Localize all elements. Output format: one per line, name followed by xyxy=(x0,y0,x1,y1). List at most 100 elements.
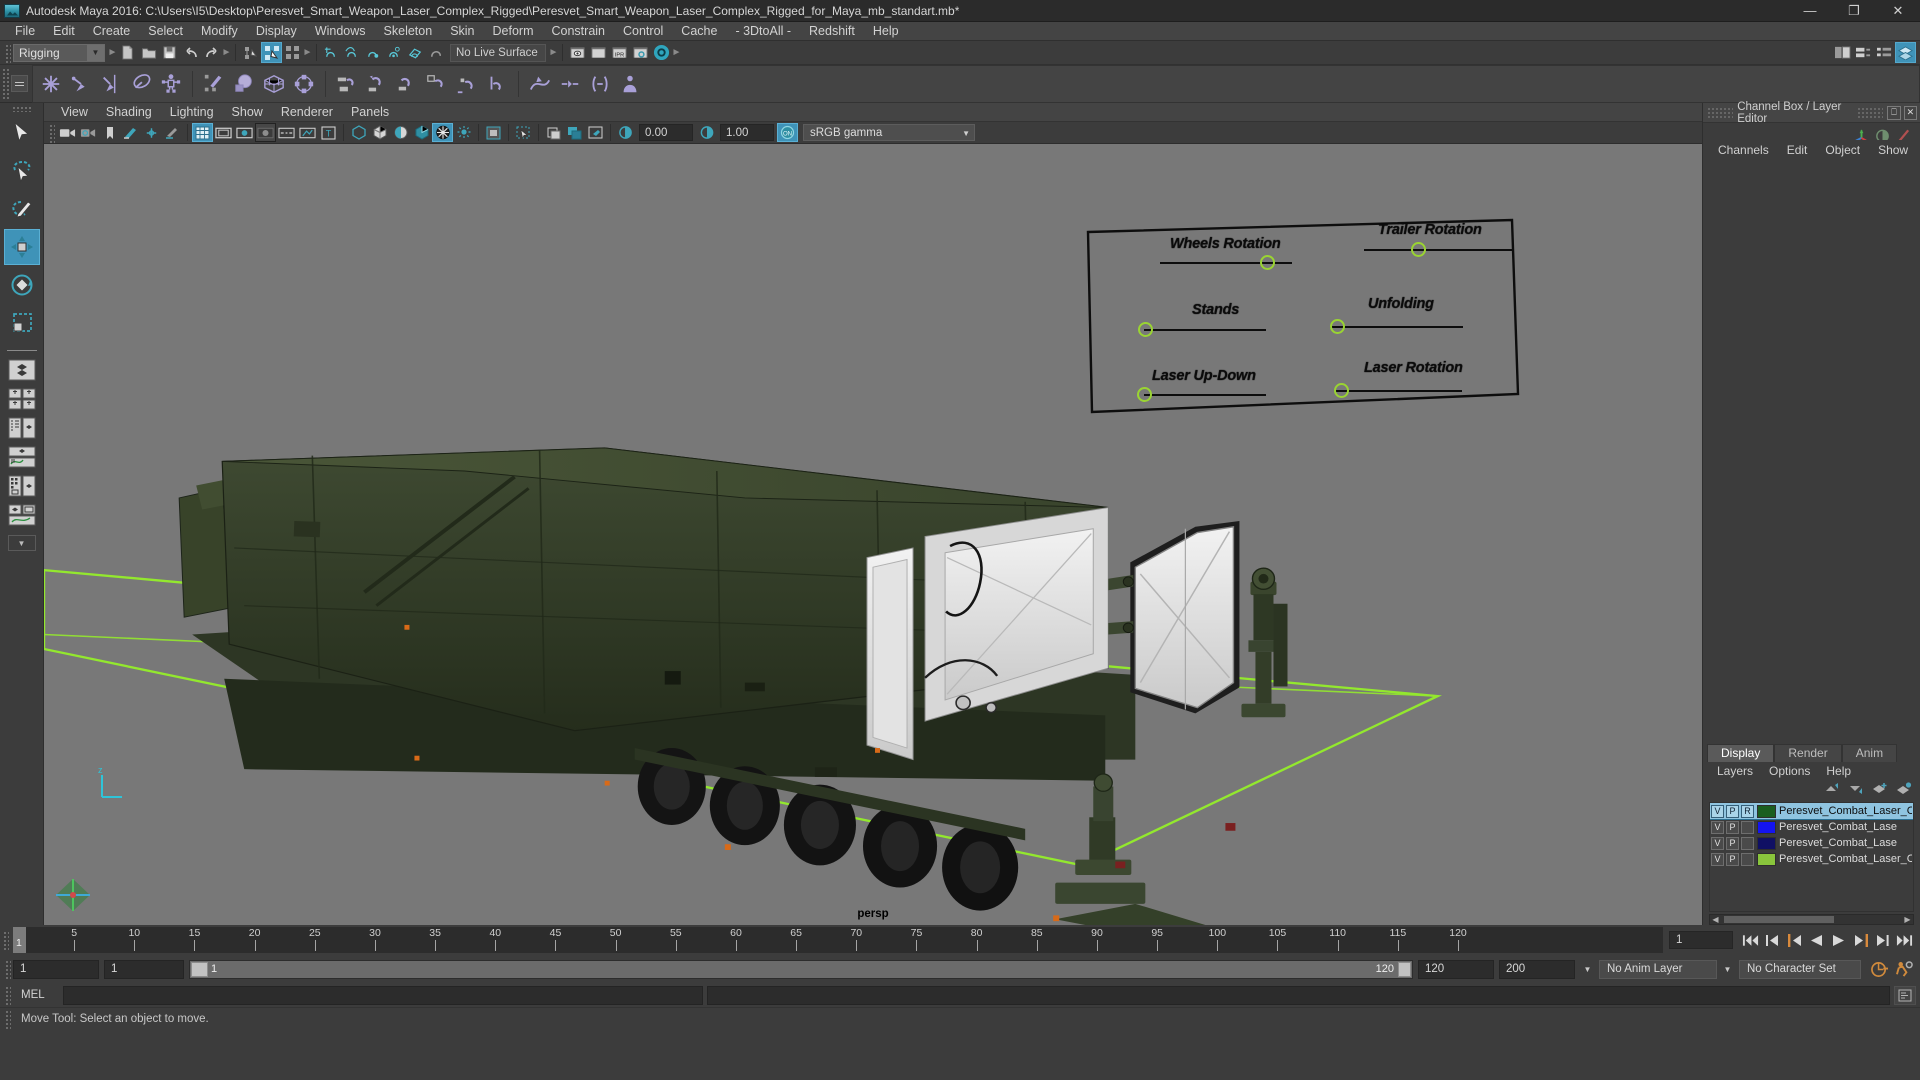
smooth-shade-all-icon[interactable] xyxy=(390,123,411,142)
layer-editor-tab-display[interactable]: Display xyxy=(1707,744,1775,762)
layer-editor-menu-options[interactable]: Options xyxy=(1761,764,1818,778)
viewport-menu-renderer[interactable]: Renderer xyxy=(272,103,342,122)
quick-rig-icon[interactable] xyxy=(156,68,186,100)
menu-item-help[interactable]: Help xyxy=(864,22,908,41)
channel-box-menu-edit[interactable]: Edit xyxy=(1778,143,1817,157)
step-forward-frame-icon[interactable] xyxy=(1851,931,1870,950)
channel-box-layer-editor-icon[interactable] xyxy=(1895,42,1916,63)
menu-item-display[interactable]: Display xyxy=(247,22,306,41)
ipr-render-icon[interactable]: IPR xyxy=(609,42,630,63)
grab-screen-icon[interactable] xyxy=(585,123,606,142)
duplicate-view-icon[interactable] xyxy=(564,123,585,142)
tool-settings-icon[interactable] xyxy=(1874,42,1895,63)
viewport-menu-show[interactable]: Show xyxy=(223,103,272,122)
display-layer-row[interactable]: V P Peresvet_Combat_Laser_C xyxy=(1710,851,1913,867)
image-plane-icon[interactable] xyxy=(120,123,141,142)
display-layer-list[interactable]: VPRPeresvet_Combat_Laser_ComVPPeresvet_C… xyxy=(1709,802,1914,912)
shelf-grip[interactable] xyxy=(2,67,9,100)
menu-set-selector[interactable]: Rigging ▼ xyxy=(13,43,105,62)
paint-select-tool[interactable] xyxy=(4,191,40,227)
viewport-menu-view[interactable]: View xyxy=(52,103,97,122)
redo-icon[interactable] xyxy=(201,42,222,63)
four-view-layout[interactable] xyxy=(5,386,39,412)
layer-editor-menu-help[interactable]: Help xyxy=(1818,764,1859,778)
outliner-persp-layout[interactable] xyxy=(5,415,39,441)
time-slider-grip[interactable] xyxy=(2,930,9,950)
resolution-gate-icon[interactable] xyxy=(234,123,255,142)
layer-color-swatch[interactable] xyxy=(1757,852,1776,866)
render-settings-icon[interactable] xyxy=(630,42,651,63)
animation-preferences-icon[interactable] xyxy=(1895,960,1914,979)
exposure-field[interactable]: 0.00 xyxy=(639,124,693,141)
layer-reference-toggle[interactable]: R xyxy=(1741,804,1754,818)
3d-viewport[interactable]: Wheels Rotation Trailer Rotation Stands … xyxy=(44,144,1702,925)
rig-track-laser-up-down[interactable] xyxy=(1144,394,1266,396)
current-time-indicator[interactable]: 1 xyxy=(13,927,26,953)
close-icon[interactable]: ✕ xyxy=(1903,105,1918,120)
current-frame-field[interactable]: 1 xyxy=(1669,931,1733,949)
character-set-icon[interactable] xyxy=(615,68,645,100)
create-joint-icon[interactable] xyxy=(36,68,66,100)
range-left-handle[interactable] xyxy=(191,961,208,977)
select-hierarchy-icon[interactable] xyxy=(240,42,261,63)
lattice-deformer-icon[interactable] xyxy=(259,68,289,100)
move-layer-up-icon[interactable] xyxy=(1824,782,1840,798)
layer-visibility-toggle[interactable]: V xyxy=(1711,836,1724,850)
scale-constraint-icon[interactable] xyxy=(422,68,452,100)
new-scene-icon[interactable] xyxy=(117,42,138,63)
maximize-button[interactable]: ❐ xyxy=(1832,0,1876,22)
toolbox-overflow-button[interactable]: ▼ xyxy=(7,535,36,551)
time-slider[interactable]: 1 5 10 15 20 25 30 35 40 45 50 55 60 65 70 75 80 85 90 95 1… xyxy=(13,927,1663,953)
open-scene-icon[interactable] xyxy=(138,42,159,63)
rig-knob-laser-rotation[interactable] xyxy=(1334,383,1349,398)
texture-icon[interactable]: T xyxy=(318,123,339,142)
shaded-wireframe-icon[interactable] xyxy=(432,123,453,142)
cluster-deformer-icon[interactable] xyxy=(289,68,319,100)
help-line-grip[interactable] xyxy=(4,1008,11,1029)
pole-vector-icon[interactable] xyxy=(482,68,512,100)
menu-item-control[interactable]: Control xyxy=(614,22,672,41)
select-component-icon[interactable] xyxy=(282,42,303,63)
layer-playback-toggle[interactable]: P xyxy=(1726,804,1739,818)
select-tool[interactable] xyxy=(4,115,40,151)
menu-item-constrain[interactable]: Constrain xyxy=(543,22,615,41)
status-line-grip[interactable] xyxy=(4,42,11,63)
scale-tool[interactable] xyxy=(4,305,40,341)
gate-mask-icon[interactable] xyxy=(255,123,276,142)
menu-item-file[interactable]: File xyxy=(6,22,44,41)
save-scene-icon[interactable] xyxy=(159,42,180,63)
two-sided-lighting-icon[interactable] xyxy=(141,123,162,142)
menu-item-3dtoall[interactable]: - 3DtoAll - xyxy=(726,22,800,41)
channel-box-body[interactable] xyxy=(1703,159,1920,743)
character-set-selector[interactable]: No Character Set xyxy=(1739,959,1861,979)
menu-item-create[interactable]: Create xyxy=(84,22,140,41)
snap-grid-icon[interactable] xyxy=(321,42,342,63)
viewport-toolbar-grip[interactable] xyxy=(48,122,55,143)
undo-icon[interactable] xyxy=(180,42,201,63)
ik-handle-icon[interactable] xyxy=(66,68,96,100)
layer-playback-toggle[interactable]: P xyxy=(1726,836,1739,850)
persp-graph-outliner-layout[interactable] xyxy=(5,502,39,528)
select-camera-icon[interactable] xyxy=(57,123,78,142)
display-layer-row[interactable]: V P Peresvet_Combat_Lase xyxy=(1710,835,1913,851)
layer-visibility-toggle[interactable]: V xyxy=(1711,852,1724,866)
isolate-select-icon[interactable] xyxy=(483,123,504,142)
section-collapse-arrow-2[interactable]: ► xyxy=(222,44,232,61)
layer-editor-tab-anim[interactable]: Anim xyxy=(1841,744,1898,762)
point-constraint-icon[interactable] xyxy=(362,68,392,100)
range-right-handle[interactable] xyxy=(1398,961,1411,977)
section-collapse-arrow-3[interactable]: ► xyxy=(303,44,313,61)
channel-box-menu-object[interactable]: Object xyxy=(1816,143,1869,157)
range-bar[interactable]: 1 120 xyxy=(189,959,1413,979)
anim-end-field[interactable]: 200 xyxy=(1499,959,1575,979)
section-collapse-arrow-4[interactable]: ► xyxy=(549,44,559,61)
use-default-light-icon[interactable] xyxy=(453,123,474,142)
snap-curve-icon[interactable] xyxy=(342,42,363,63)
layer-reference-toggle[interactable] xyxy=(1741,852,1754,866)
show-hide-editors-icon[interactable] xyxy=(1832,42,1853,63)
insert-joint-icon[interactable] xyxy=(126,68,156,100)
hypershade-persp-layout[interactable] xyxy=(5,473,39,499)
live-surface-field[interactable]: No Live Surface xyxy=(450,43,546,62)
color-management-selector[interactable]: sRGB gamma ▼ xyxy=(803,124,975,141)
smooth-shade-icon[interactable] xyxy=(369,123,390,142)
